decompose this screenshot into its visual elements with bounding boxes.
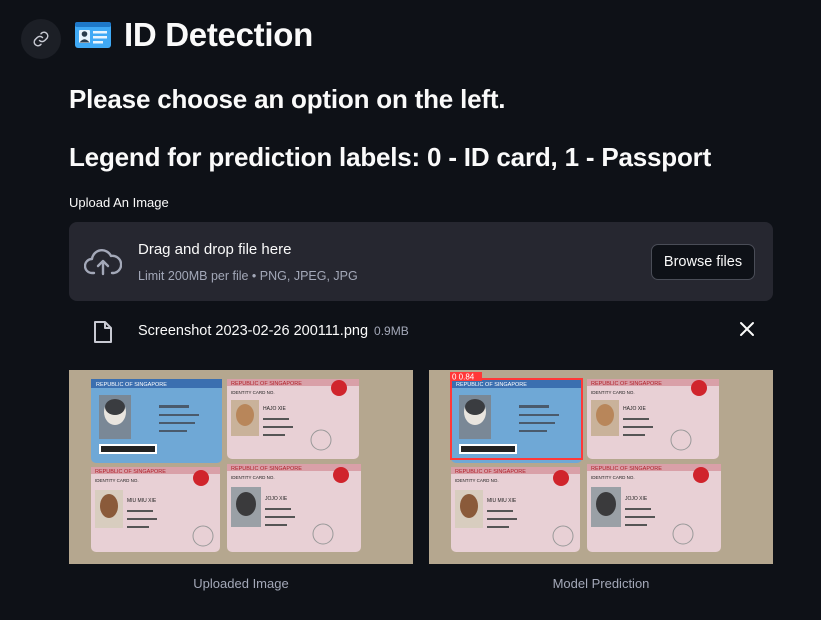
card-subheader-text: IDENTITY CARD NO. — [591, 390, 635, 395]
id-card-pink-bottom-right: REPUBLIC OF SINGAPORE IDENTITY CARD NO. … — [227, 464, 361, 552]
cloud-upload-icon — [84, 249, 122, 276]
prediction-image: REPUBLIC OF SINGAPORE REPUBLIC OF SINGAP… — [429, 370, 773, 564]
card-name-text: JOJO XIE — [265, 496, 288, 502]
anchor-link-button[interactable] — [21, 19, 61, 59]
id-card-blue: REPUBLIC OF SINGAPORE — [451, 379, 582, 463]
file-size: 0.9MB — [374, 324, 409, 338]
legend-heading: Legend for prediction labels: 0 - ID car… — [69, 142, 712, 172]
file-icon — [94, 321, 112, 343]
id-card-pink-top-right: REPUBLIC OF SINGAPORE IDENTITY CARD NO. … — [227, 379, 359, 459]
card-header-text: REPUBLIC OF SINGAPORE — [591, 381, 662, 387]
prediction-image-caption: Model Prediction — [552, 576, 650, 591]
file-name: Screenshot 2023-02-26 200111.png 0.9MB — [138, 323, 409, 339]
id-card-pink-bottom-left: REPUBLIC OF SINGAPORE IDENTITY CARD NO. … — [451, 467, 580, 552]
uploaded-image: REPUBLIC OF SINGAPORE REPUBLIC OF SINGAP… — [69, 370, 413, 564]
card-header-text: REPUBLIC OF SINGAPORE — [231, 381, 302, 387]
card-subheader-text: IDENTITY CARD NO. — [231, 390, 275, 395]
card-header-text: REPUBLIC OF SINGAPORE — [96, 382, 167, 388]
id-card-pink-top-right: REPUBLIC OF SINGAPORE IDENTITY CARD NO. … — [587, 379, 719, 459]
id-card-pink-bottom-right: REPUBLIC OF SINGAPORE IDENTITY CARD NO. … — [587, 464, 721, 552]
uploader-label: Upload An Image — [69, 195, 169, 210]
card-subheader-text: IDENTITY CARD NO. — [95, 478, 139, 483]
link-icon — [33, 31, 49, 47]
uploaded-file-row: Screenshot 2023-02-26 200111.png 0.9MB — [69, 315, 773, 345]
card-header-text: REPUBLIC OF SINGAPORE — [231, 466, 302, 472]
card-header-text: REPUBLIC OF SINGAPORE — [591, 466, 662, 472]
page-title: ID Detection — [124, 16, 313, 53]
dropzone-instruction: Drag and drop file here — [138, 241, 292, 258]
id-card-emoji-icon — [75, 22, 111, 48]
card-subheader-text: IDENTITY CARD NO. — [231, 475, 275, 480]
uploaded-image-caption: Uploaded Image — [193, 576, 289, 591]
close-icon[interactable] — [737, 319, 757, 339]
card-name-text: HAJO XIE — [623, 406, 646, 412]
card-name-text: MIU MIU XIE — [127, 498, 157, 504]
detection-label: 0 0.84 — [452, 373, 475, 382]
card-header-text: REPUBLIC OF SINGAPORE — [95, 469, 166, 475]
browse-files-button[interactable]: Browse files — [651, 244, 755, 280]
card-name-text: JOJO XIE — [625, 496, 648, 502]
file-dropzone[interactable]: Drag and drop file here Limit 200MB per … — [69, 222, 773, 301]
id-card-blue: REPUBLIC OF SINGAPORE — [91, 379, 222, 463]
file-name-text: Screenshot 2023-02-26 200111.png — [138, 323, 369, 339]
card-name-text: HAJO XIE — [263, 406, 286, 412]
card-subheader-text: IDENTITY CARD NO. — [591, 475, 635, 480]
card-header-text: REPUBLIC OF SINGAPORE — [456, 382, 527, 388]
dropzone-limit: Limit 200MB per file • PNG, JPEG, JPG — [138, 269, 358, 283]
card-header-text: REPUBLIC OF SINGAPORE — [455, 469, 526, 475]
id-card-pink-bottom-left: REPUBLIC OF SINGAPORE IDENTITY CARD NO. … — [91, 467, 220, 552]
page-header: ID Detection — [74, 16, 313, 54]
card-name-text: MIU MIU XIE — [487, 498, 517, 504]
card-subheader-text: IDENTITY CARD NO. — [455, 478, 499, 483]
choose-option-heading: Please choose an option on the left. — [69, 84, 506, 114]
